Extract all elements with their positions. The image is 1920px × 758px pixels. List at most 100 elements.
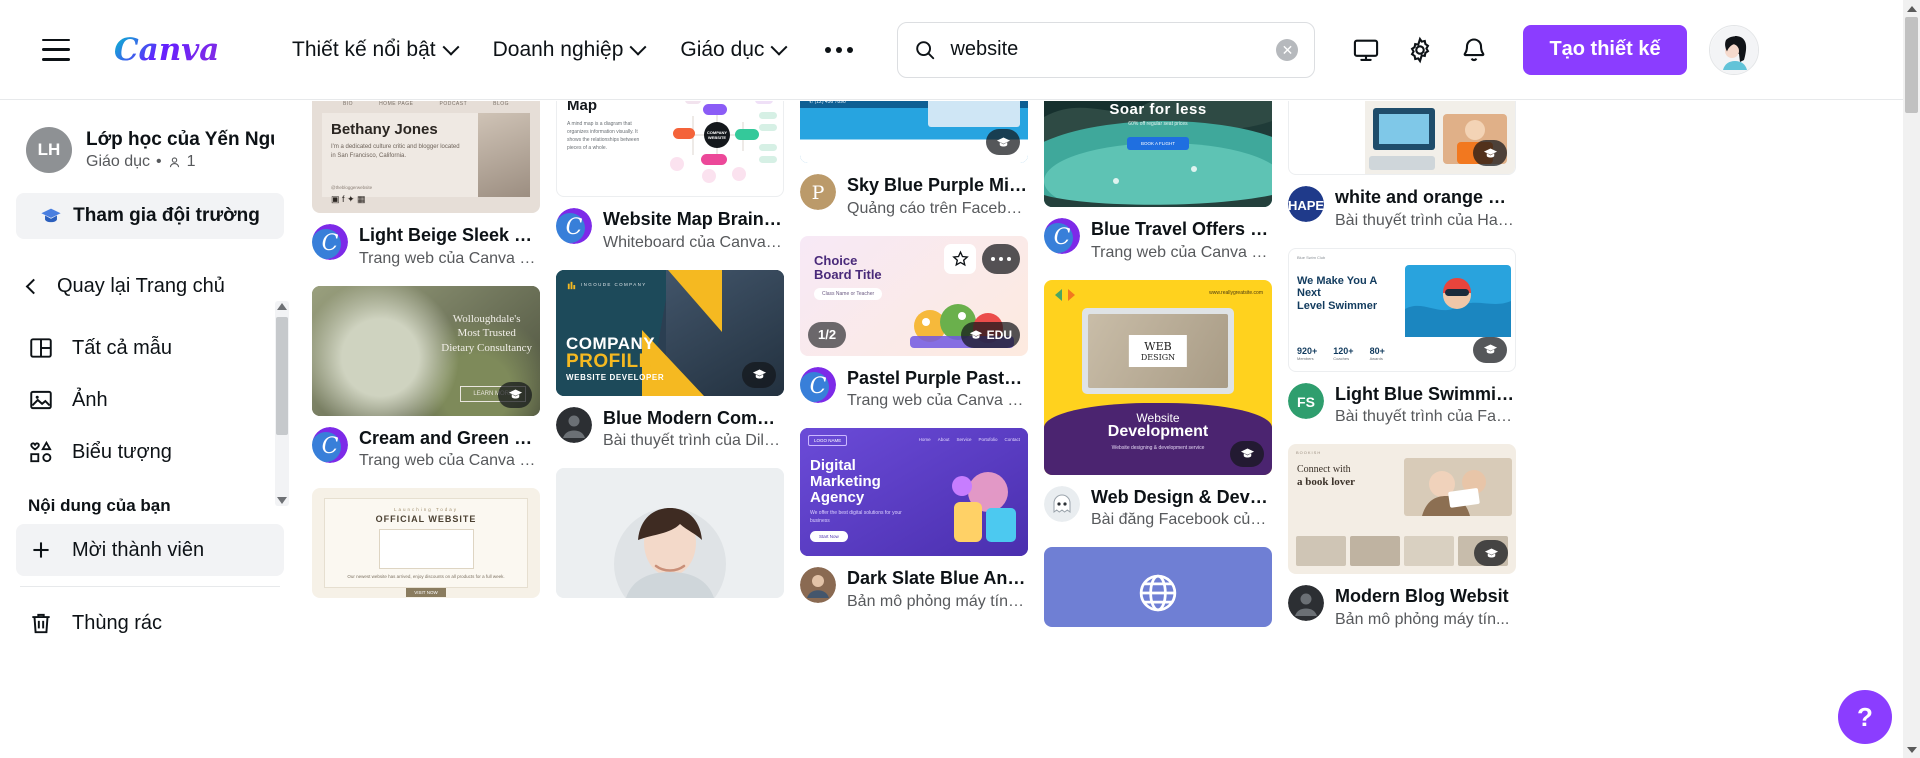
scroll-down-icon[interactable] [277,497,287,504]
card-subtitle: Bản mô phỏng máy tính c... [847,592,1028,610]
template-card[interactable]: Wolloughdale's Most Trusted Dietary Cons… [312,285,540,471]
template-card[interactable] [556,468,784,598]
chevron-down-icon [770,38,788,56]
nav-item-featured[interactable]: Thiết kế nổi bật [274,28,475,72]
scrollbar-track[interactable] [1903,17,1920,741]
card-subtitle: Trang web của Canva Cre... [847,392,1028,409]
template-thumbnail[interactable]: INGOUDE COMPANY COMPANY PROFILE WEBSITE … [556,269,784,396]
card-title: Cream and Green Si... [359,427,540,448]
back-to-home[interactable]: Quay lại Trang chủ [16,265,284,308]
left-sidebar: LH Lớp học của Yến Nguy... Giáo dục • 1 … [0,101,300,758]
template-card[interactable]: Accounting Website Presentation by Noah … [1288,101,1516,230]
sidebar-scroll-thumb[interactable] [276,317,288,435]
bell-icon[interactable] [1451,27,1497,73]
template-thumbnail[interactable]: LOGO NAME Home About Service Portofolio Cont… [800,428,1028,556]
team-header[interactable]: LH Lớp học của Yến Nguy... Giáo dục • 1 [16,119,284,181]
grid-column: BIO HOME PAGE PODCAST BLOG Bethany Jones I'… [312,101,540,629]
sidebar-item-trash[interactable]: Thùng rác [16,597,284,649]
template-card[interactable]: Get Started ✉ support@site.com ✆ (12) 45… [800,101,1028,218]
user-avatar [556,406,592,443]
nav-item-label: Thiết kế nổi bật [292,37,436,61]
template-thumbnail[interactable]: Accounting Website Presentation by Noah … [1288,101,1516,175]
sidebar-item-all-templates[interactable]: Tất cả mẫu [16,322,284,374]
gear-icon[interactable] [1397,27,1443,73]
svg-text:P: P [812,182,825,204]
sidebar-item-invite-members[interactable]: Mời thành viên [16,524,284,576]
template-thumbnail[interactable]: BOOKISH Connect with a book lover [1288,444,1516,574]
star-icon[interactable] [944,243,976,274]
help-button[interactable]: ? [1838,690,1892,744]
member-count: 1 [186,153,196,170]
sidebar-item-photos[interactable]: Ảnh [16,374,284,426]
sidebar-scrollbar[interactable] [275,301,289,506]
graduation-cap-icon [1483,148,1497,157]
card-title: Website Map Brainst... [603,209,784,229]
scroll-down-button[interactable] [1903,741,1920,758]
back-label: Quay lại Trang chủ [57,275,225,297]
card-caption: Web Design & Devel... Bài đăng Facebook … [1044,485,1272,530]
thumb-line1: Digital [810,457,856,474]
thumb-heading: OFFICIAL WEBSITE [375,514,477,524]
brand-avatar: HAPE [1288,186,1324,222]
template-thumbnail[interactable]: Launching Today OFFICIAL WEBSITE Our new… [312,488,540,598]
canva-logo[interactable]: Canva [114,30,222,70]
page-scrollbar[interactable] [1903,0,1920,758]
nav-item-label: Giáo dục [680,37,765,61]
scrollbar-thumb[interactable] [1905,17,1918,113]
template-card[interactable]: Launching Today OFFICIAL WEBSITE Our new… [312,488,540,598]
template-card[interactable]: LOGO NAME Home About Service Portofolio Cont… [800,428,1028,611]
join-school-team-button[interactable]: Tham gia đội trường [16,193,284,239]
nav-item-education[interactable]: Giáo dục [662,28,803,72]
thumb-cta: Start Now [810,531,848,543]
scroll-up-button[interactable] [1903,0,1920,17]
sidebar-item-label: Mời thành viên [72,538,205,561]
template-card[interactable]: Blue Swim Club We Make You A Next Level … [1288,247,1516,427]
template-card[interactable]: BOOKISH Connect with a book lover Modern… [1288,444,1516,629]
clear-search-button[interactable]: ✕ [1276,38,1299,61]
monitor-icon[interactable] [1343,27,1389,73]
create-design-button[interactable]: Tạo thiết kế [1523,24,1687,75]
avatar[interactable] [1708,24,1759,75]
template-thumbnail[interactable]: Soar for less 60% off regular seat price… [1044,101,1272,207]
card-caption: P Sky Blue Purple Mini... Quảng cáo trên… [800,174,1028,218]
thumb-line2: Development [1107,423,1209,441]
ellipsis-icon[interactable] [809,33,869,67]
sidebar-item-icons[interactable]: Biểu tượng [16,426,284,478]
edu-badge [1473,336,1507,363]
graduation-cap-icon [1240,448,1254,458]
template-thumbnail[interactable]: Choice Board Title Class Name or Teacher… [800,235,1028,356]
template-thumbnail[interactable]: Website Map A mind map is a diagram that… [556,101,784,197]
graduation-cap-icon [41,208,61,223]
card-title: Light Blue Swimmin... [1335,383,1516,404]
search-bar[interactable]: ✕ [897,21,1316,78]
grid-column: Soar for less 60% off regular seat price… [1044,101,1272,629]
template-thumbnail[interactable] [556,468,784,598]
template-card[interactable]: Choice Board Title Class Name or Teacher… [800,235,1028,411]
template-thumbnail[interactable]: Wolloughdale's Most Trusted Dietary Cons… [312,285,540,416]
hamburger-icon[interactable] [42,38,70,61]
template-card[interactable]: INGOUDE COMPANY COMPANY PROFILE WEBSITE … [556,269,784,451]
thumb-line3: Dietary Consultancy [441,342,532,355]
template-thumbnail[interactable] [1044,547,1272,627]
template-thumbnail[interactable]: BIO HOME PAGE PODCAST BLOG Bethany Jones I'… [312,101,540,213]
template-thumbnail[interactable]: www.reallygreatsite.com WEB DESIGN Websi… [1044,279,1272,475]
canva-logo-avatar: C [1044,218,1080,254]
template-card[interactable]: www.reallygreatsite.com WEB DESIGN Websi… [1044,279,1272,530]
search-input[interactable] [950,38,1277,61]
nav-item-business[interactable]: Doanh nghiệp [475,28,663,72]
template-card[interactable] [1044,547,1272,627]
template-card[interactable]: Soar for less 60% off regular seat price… [1044,101,1272,262]
more-options-icon[interactable] [982,243,1020,274]
svg-text:FS: FS [1297,394,1315,410]
scroll-up-icon[interactable] [277,303,287,310]
template-card[interactable]: BIO HOME PAGE PODCAST BLOG Bethany Jones I'… [312,101,540,268]
template-thumbnail[interactable]: Blue Swim Club We Make You A Next Level … [1288,247,1516,372]
template-thumbnail[interactable]: Get Started ✉ support@site.com ✆ (12) 45… [800,101,1028,163]
thumb-line2: Board Title [814,266,882,282]
card-hover-tools[interactable] [944,243,1020,274]
card-caption: Dark Slate Blue And ... Bản mô phỏng máy… [800,567,1028,611]
thumb-line2: PROFILE [566,350,652,372]
template-card[interactable]: Website Map A mind map is a diagram that… [556,101,784,252]
thumb-screen1: WEB [1144,339,1172,353]
sidebar-item-label: Thùng rác [72,611,163,634]
